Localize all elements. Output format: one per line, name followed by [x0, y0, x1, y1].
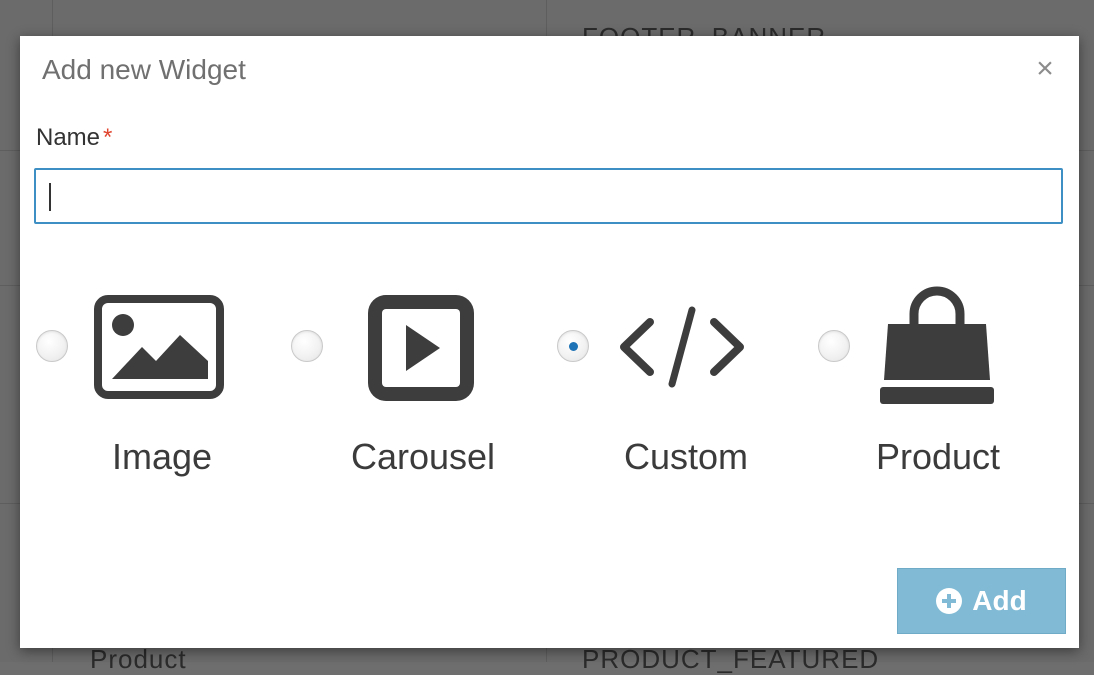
- background-row-type: Product: [90, 644, 187, 674]
- carousel-play-icon: [368, 295, 474, 401]
- option-label-image: Image: [111, 436, 213, 477]
- close-button[interactable]: ×: [1030, 52, 1060, 86]
- background-row-code: PRODUCT_FEATURED: [582, 644, 880, 674]
- name-input[interactable]: [34, 168, 1063, 224]
- plus-circle-icon: [936, 588, 963, 614]
- code-icon: [620, 306, 744, 388]
- shopping-bag-icon: [880, 286, 994, 404]
- radio-carousel[interactable]: [291, 330, 323, 362]
- modal-title: Add new Widget: [42, 54, 246, 85]
- name-label-text: Name: [36, 124, 101, 151]
- radio-product[interactable]: [818, 330, 850, 362]
- add-button-label: Add: [972, 585, 1027, 616]
- add-button[interactable]: Add: [897, 568, 1066, 634]
- option-label-carousel: Carousel: [350, 436, 496, 477]
- option-label-custom: Custom: [623, 436, 749, 477]
- option-label-product: Product: [875, 436, 1001, 477]
- add-widget-modal: Add new Widget × Name * Image Carousel Cu…: [20, 36, 1079, 648]
- image-icon: [94, 295, 224, 399]
- required-marker: *: [103, 124, 113, 151]
- radio-custom[interactable]: [557, 330, 589, 362]
- name-field-label: Name *: [36, 124, 112, 152]
- radio-image[interactable]: [36, 330, 68, 362]
